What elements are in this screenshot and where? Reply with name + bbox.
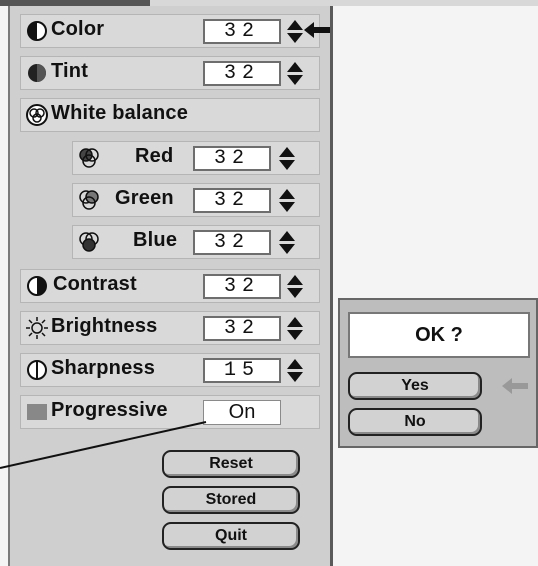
red-row[interactable]: Red 32 [72,141,320,175]
contrast-value[interactable]: 32 [203,274,281,299]
color-icon [25,19,49,43]
brightness-updown-icon[interactable] [285,317,305,341]
dialog-arrow-icon [500,376,530,396]
contrast-row[interactable]: Contrast 32 [20,269,320,303]
brightness-icon [25,316,49,340]
blue-row[interactable]: Blue 32 [72,225,320,259]
sharpness-row[interactable]: Sharpness 15 [20,353,320,387]
green-updown-icon[interactable] [277,189,297,213]
sharpness-updown-icon[interactable] [285,359,305,383]
contrast-label: Contrast [53,273,137,295]
tint-updown-icon[interactable] [285,62,305,86]
green-icon [77,188,101,212]
red-updown-icon[interactable] [277,147,297,171]
green-value[interactable]: 32 [193,188,271,213]
reset-button[interactable]: Reset [162,450,300,478]
blue-value[interactable]: 32 [193,230,271,255]
brightness-value[interactable]: 32 [203,316,281,341]
confirm-prompt: OK ? [348,312,530,358]
red-icon [77,146,101,170]
progressive-row[interactable]: Progressive On [20,395,320,429]
stored-button[interactable]: Stored [162,486,300,514]
color-label: Color [51,18,105,40]
white-balance-row[interactable]: White balance [20,98,320,132]
blue-updown-icon[interactable] [277,231,297,255]
white-balance-icon [25,103,49,127]
green-row[interactable]: Green 32 [72,183,320,217]
blue-icon [77,230,101,254]
contrast-icon [25,274,49,298]
white-balance-label: White balance [51,102,189,124]
sharpness-value[interactable]: 15 [203,358,281,383]
brightness-label: Brightness [51,315,158,337]
progressive-value[interactable]: On [203,400,281,425]
sharpness-label: Sharpness [51,357,156,379]
tint-label: Tint [51,60,89,82]
color-row[interactable]: Color 32 [20,14,320,48]
blue-label: Blue [133,229,178,251]
red-value[interactable]: 32 [193,146,271,171]
red-label: Red [135,145,174,167]
yes-button[interactable]: Yes [348,372,482,400]
color-value[interactable]: 32 [203,19,281,44]
selection-arrow-icon [302,20,332,40]
sharpness-icon [25,358,49,382]
green-label: Green [115,187,174,209]
confirm-dialog: OK ? Yes No [338,298,538,448]
tint-icon [25,61,49,85]
quit-button[interactable]: Quit [162,522,300,550]
no-button[interactable]: No [348,408,482,436]
tint-value[interactable]: 32 [203,61,281,86]
brightness-row[interactable]: Brightness 32 [20,311,320,345]
tint-row[interactable]: Tint 32 [20,56,320,90]
progressive-icon [25,400,49,424]
picture-adjust-panel: Color 32 Tint 32 White balance Red 32 Gr… [8,6,333,566]
progressive-label: Progressive [51,399,168,421]
contrast-updown-icon[interactable] [285,275,305,299]
